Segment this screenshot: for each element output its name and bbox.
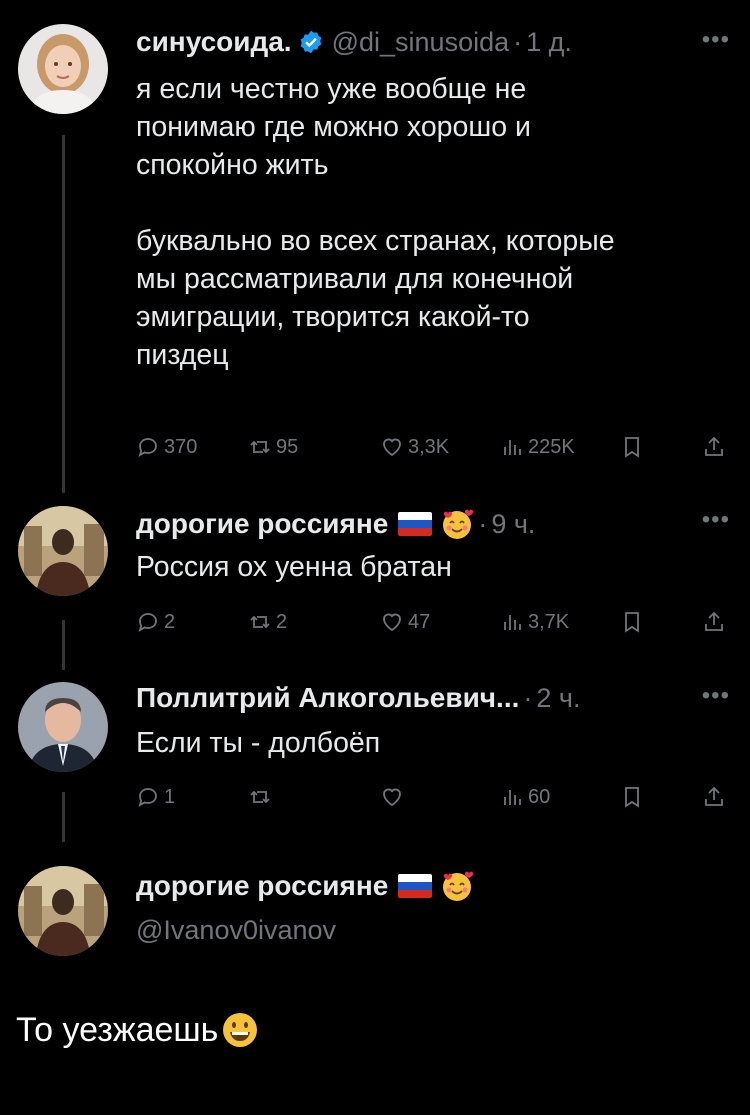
retweet-count: 2 xyxy=(276,610,288,633)
views-count: 225K xyxy=(528,435,575,458)
author-name[interactable]: дорогие россияне xyxy=(136,508,388,540)
author-name[interactable]: Поллитрий Алкогольевич... xyxy=(136,682,519,714)
thread-line xyxy=(62,620,65,670)
share-icon xyxy=(702,435,726,459)
reply-count: 370 xyxy=(164,435,198,458)
tweet-header: синусоида. @di_sinusoida · 1 д. xyxy=(136,22,572,62)
caption-text: То уезжаешь xyxy=(16,1010,219,1049)
reply-count: 2 xyxy=(164,610,176,633)
share-icon xyxy=(702,785,726,809)
tweet-actions: 370 95 3,3K 225K xyxy=(136,432,726,462)
retweet-count: 95 xyxy=(276,435,299,458)
grinning-emoji-icon xyxy=(223,1013,258,1047)
verified-icon xyxy=(300,30,321,54)
views-count: 60 xyxy=(528,785,551,808)
russia-flag-icon xyxy=(398,874,433,898)
reply-icon xyxy=(136,435,160,459)
reply-count: 1 xyxy=(164,785,176,808)
bookmark-button[interactable] xyxy=(620,432,644,462)
reply-icon xyxy=(136,610,160,634)
tweet-actions: 1 60 xyxy=(136,782,726,812)
tweet-text: Если ты - долбоёп xyxy=(136,727,381,759)
more-icon[interactable]: ••• xyxy=(702,682,730,710)
share-button[interactable] xyxy=(702,607,726,637)
bookmark-icon xyxy=(620,610,644,634)
bookmark-icon xyxy=(620,435,644,459)
author-name[interactable]: дорогие россияне xyxy=(136,870,388,902)
timestamp[interactable]: 1 д. xyxy=(526,27,572,58)
reply-button[interactable]: 2 xyxy=(136,607,175,637)
smiling-hearts-emoji-icon xyxy=(443,509,474,539)
bookmark-icon xyxy=(620,785,644,809)
bookmark-button[interactable] xyxy=(620,607,644,637)
views-button[interactable]: 60 xyxy=(500,782,550,812)
avatar[interactable] xyxy=(18,24,108,114)
views-count: 3,7K xyxy=(528,610,570,633)
reply-button[interactable]: 1 xyxy=(136,782,175,812)
like-button[interactable] xyxy=(380,782,408,812)
timestamp[interactable]: 9 ч. xyxy=(491,509,535,540)
tweet-actions: 2 2 47 3,7K xyxy=(136,607,726,637)
more-icon[interactable]: ••• xyxy=(702,26,730,54)
views-button[interactable]: 225K xyxy=(500,432,575,462)
views-button[interactable]: 3,7K xyxy=(500,607,569,637)
thread-line xyxy=(62,792,65,842)
reply-icon xyxy=(136,785,160,809)
retweet-button[interactable]: 95 xyxy=(248,432,298,462)
avatar[interactable] xyxy=(18,866,108,956)
tweet-text: Россия ох уенна братан xyxy=(136,551,452,583)
profile-handle-row: @Ivanov0ivanov xyxy=(136,910,336,950)
separator: · xyxy=(513,26,523,57)
like-icon xyxy=(380,610,404,634)
like-icon xyxy=(380,435,404,459)
like-count: 47 xyxy=(408,610,431,633)
smiling-hearts-emoji-icon xyxy=(443,871,474,901)
tweet-header: дорогие россияне · 9 ч. xyxy=(136,504,535,544)
share-button[interactable] xyxy=(702,782,726,812)
like-icon xyxy=(380,785,404,809)
author-handle[interactable]: @di_sinusoida xyxy=(332,27,510,58)
retweet-button[interactable] xyxy=(248,782,276,812)
retweet-button[interactable]: 2 xyxy=(248,607,287,637)
avatar[interactable] xyxy=(18,506,108,596)
like-button[interactable]: 3,3K xyxy=(380,432,449,462)
retweet-icon xyxy=(248,785,272,809)
thread-line xyxy=(62,135,65,493)
like-button[interactable]: 47 xyxy=(380,607,430,637)
tweet-text: я если честно уже вообще не понимаю где … xyxy=(136,73,615,371)
views-icon xyxy=(500,435,524,459)
caption: То уезжаешь xyxy=(16,1010,260,1050)
views-icon xyxy=(500,610,524,634)
tweet-header: Поллитрий Алкогольевич... · 2 ч. xyxy=(136,678,580,718)
profile-header: дорогие россияне xyxy=(136,866,474,906)
share-icon xyxy=(702,610,726,634)
retweet-icon xyxy=(248,610,272,634)
reply-button[interactable]: 370 xyxy=(136,432,197,462)
retweet-icon xyxy=(248,435,272,459)
timestamp[interactable]: 2 ч. xyxy=(536,683,580,714)
views-icon xyxy=(500,785,524,809)
author-name[interactable]: синусоида. xyxy=(136,26,292,58)
more-icon[interactable]: ••• xyxy=(702,506,730,534)
russia-flag-icon xyxy=(398,512,433,536)
like-count: 3,3K xyxy=(408,435,450,458)
bookmark-button[interactable] xyxy=(620,782,644,812)
avatar[interactable] xyxy=(18,682,108,772)
separator: · xyxy=(523,682,533,713)
author-handle[interactable]: @Ivanov0ivanov xyxy=(136,915,336,946)
share-button[interactable] xyxy=(702,432,726,462)
separator: · xyxy=(478,508,488,539)
